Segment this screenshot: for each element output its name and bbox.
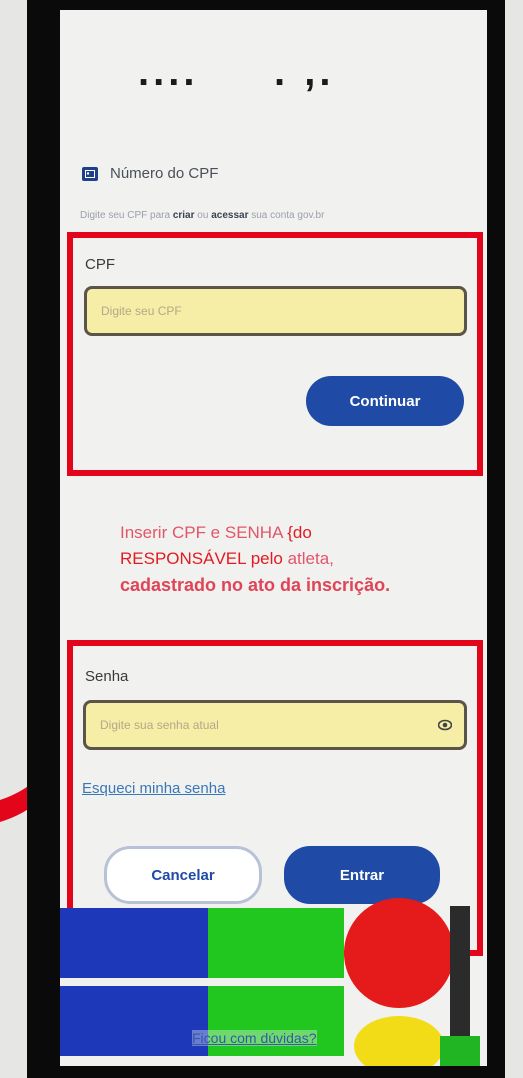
instruction-acessar: acessar xyxy=(211,210,249,221)
eye-icon[interactable] xyxy=(438,718,452,732)
yellow-circle xyxy=(354,1016,444,1066)
cpf-label: CPF xyxy=(85,256,115,273)
phone-screen: .... . ,. Número do CPF Digite seu CPF p… xyxy=(60,10,487,1066)
green-block xyxy=(208,908,344,978)
help-link[interactable]: Ficou com dúvidas? xyxy=(192,1030,317,1046)
annotation-text: atleta, xyxy=(282,549,334,568)
id-card-icon xyxy=(82,166,98,181)
forgot-password-link[interactable]: Esqueci minha senha xyxy=(82,780,225,797)
annotation-text: RESPONSÁVEL pelo xyxy=(120,549,283,568)
password-placeholder: Digite sua senha atual xyxy=(100,718,219,732)
frame-bottom xyxy=(27,1066,505,1078)
cpf-title-label: Número do CPF xyxy=(110,165,219,182)
password-label: Senha xyxy=(85,668,129,685)
cpf-section-title: Número do CPF xyxy=(82,165,218,182)
instruction-criar: criar xyxy=(172,210,195,221)
instruction-text: ou xyxy=(194,210,212,221)
instruction-text: Digite seu CPF para xyxy=(80,210,173,221)
annotation-text: Inserir CPF e SENHA xyxy=(120,523,288,542)
green-corner-block xyxy=(440,1036,480,1066)
blue-block xyxy=(60,908,208,978)
password-input[interactable]: Digite sua senha atual xyxy=(83,700,467,750)
annotation-text: {do xyxy=(287,523,312,542)
annotation-text: cadastrado no ato da inscrição. xyxy=(120,575,391,595)
red-circle xyxy=(344,898,454,1008)
blue-block xyxy=(60,986,208,1056)
cpf-highlight-box xyxy=(67,232,483,476)
frame-left xyxy=(27,0,60,1078)
cpf-instruction: Digite seu CPF para criar ou acessar sua… xyxy=(80,210,324,221)
instruction-text: sua conta gov.br xyxy=(248,210,325,221)
continue-button[interactable]: Continuar xyxy=(306,376,464,426)
page-header-text: .... . ,. xyxy=(138,50,335,94)
cpf-input[interactable]: Digite seu CPF xyxy=(84,286,467,336)
cpf-placeholder: Digite seu CPF xyxy=(101,304,182,318)
annotation-note: Inserir CPF e SENHA {do RESPONSÁVEL pelo… xyxy=(120,520,460,598)
left-background xyxy=(0,0,27,1078)
frame-top xyxy=(27,0,505,10)
right-background xyxy=(505,0,523,1078)
frame-right xyxy=(487,0,505,1078)
